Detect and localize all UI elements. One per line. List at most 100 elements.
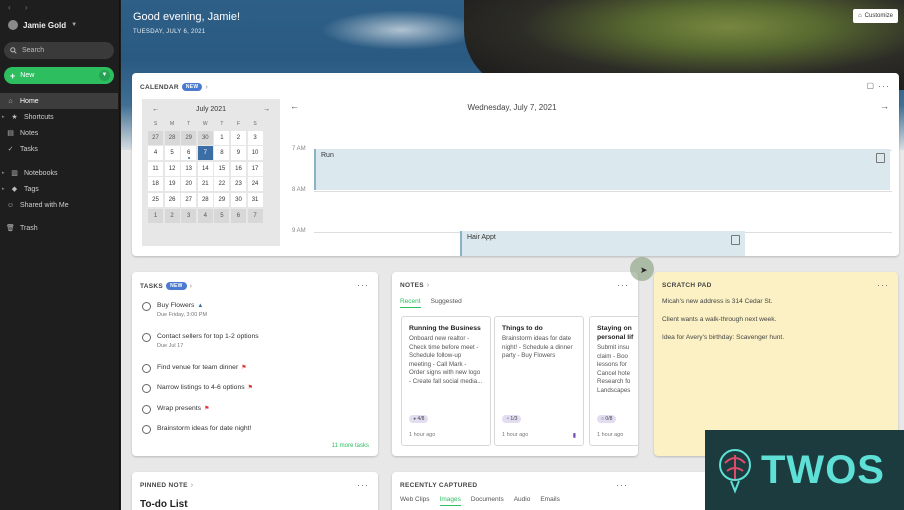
- expand-arrow-icon[interactable]: ▸: [2, 170, 5, 176]
- new-button[interactable]: + New ▼: [4, 67, 114, 84]
- note-card[interactable]: Things to do Brainstorm ideas for date n…: [494, 316, 584, 446]
- calendar-day[interactable]: 18: [148, 177, 163, 192]
- tab-web-clips[interactable]: Web Clips: [400, 496, 430, 506]
- calendar-day[interactable]: 7: [197, 146, 213, 161]
- calendar-day[interactable]: 30: [230, 192, 246, 207]
- task-text[interactable]: Wrap presents: [157, 405, 201, 412]
- calendar-day[interactable]: 27: [148, 130, 163, 145]
- more-options-icon[interactable]: ···: [617, 280, 629, 290]
- task-checkbox[interactable]: [142, 384, 151, 393]
- calendar-day[interactable]: 28: [164, 130, 180, 145]
- sidebar-item-shortcuts[interactable]: ▸ ★ Shortcuts: [0, 109, 120, 125]
- calendar-day[interactable]: 15: [214, 161, 230, 176]
- calendar-day[interactable]: 13: [181, 161, 197, 176]
- expand-arrow-icon[interactable]: ▸: [2, 114, 5, 120]
- more-tasks-link[interactable]: 11 more tasks: [332, 443, 369, 449]
- calendar-day[interactable]: 31: [247, 192, 263, 207]
- calendar-settings-icon[interactable]: ▢: [866, 81, 874, 90]
- task-checkbox[interactable]: [142, 405, 151, 414]
- calendar-day[interactable]: 22: [214, 177, 230, 192]
- task-checkbox[interactable]: [142, 364, 151, 373]
- calendar-day[interactable]: 29: [214, 192, 230, 207]
- calendar-day[interactable]: 24: [247, 177, 263, 192]
- search-input[interactable]: Search: [4, 42, 114, 59]
- more-options-icon[interactable]: ···: [878, 81, 890, 91]
- calendar-day[interactable]: 3: [181, 208, 197, 223]
- task-checkbox[interactable]: [142, 425, 151, 434]
- chevron-down-icon[interactable]: ▼: [99, 70, 110, 81]
- calendar-event[interactable]: Run: [314, 149, 890, 190]
- calendar-day[interactable]: 9: [230, 146, 246, 161]
- note-card[interactable]: Running the Business Onboard new realtor…: [401, 316, 491, 446]
- calendar-day[interactable]: 5: [214, 208, 230, 223]
- tab-audio[interactable]: Audio: [514, 496, 531, 506]
- sidebar-item-shared[interactable]: ☺ Shared with Me: [0, 197, 120, 213]
- tasks-title[interactable]: TASKS NEW ›: [140, 282, 192, 290]
- calendar-day[interactable]: 10: [247, 146, 263, 161]
- calendar-day[interactable]: 26: [164, 192, 180, 207]
- calendar-day[interactable]: 19: [164, 177, 180, 192]
- calendar-day[interactable]: 21: [197, 177, 213, 192]
- sidebar-item-tags[interactable]: ▸ ◆ Tags: [0, 181, 120, 197]
- calendar-day[interactable]: 11: [148, 161, 163, 176]
- calendar-day[interactable]: 12: [164, 161, 180, 176]
- scratch-pad-widget[interactable]: SCRATCH PAD ··· Micah's new address is 3…: [654, 272, 898, 456]
- calendar-day[interactable]: 3: [247, 130, 263, 145]
- tab-documents[interactable]: Documents: [471, 496, 504, 506]
- calendar-day[interactable]: 16: [230, 161, 246, 176]
- calendar-day[interactable]: 20: [181, 177, 197, 192]
- calendar-day[interactable]: 7: [247, 208, 263, 223]
- calendar-day[interactable]: 4: [197, 208, 213, 223]
- sidebar-item-home[interactable]: ⌂ Home: [0, 93, 118, 109]
- task-text[interactable]: Find venue for team dinner: [157, 364, 238, 371]
- calendar-day[interactable]: 2: [164, 208, 180, 223]
- more-options-icon[interactable]: ···: [616, 480, 628, 490]
- calendar-day[interactable]: 27: [181, 192, 197, 207]
- calendar-day[interactable]: 6: [230, 208, 246, 223]
- calendar-day[interactable]: 23: [230, 177, 246, 192]
- calendar-day[interactable]: 1: [148, 208, 163, 223]
- sidebar-item-notebooks[interactable]: ▸ ▥ Notebooks: [0, 165, 120, 181]
- note-card[interactable]: Staying on personal lif Submit insu clai…: [589, 316, 638, 446]
- next-day-icon[interactable]: →: [880, 101, 889, 111]
- calendar-event[interactable]: Hair Appt: [460, 231, 745, 256]
- expand-arrow-icon[interactable]: ▸: [2, 186, 5, 192]
- notes-title[interactable]: NOTES ›: [400, 282, 430, 289]
- calendar-day[interactable]: 6: [181, 146, 197, 161]
- task-text[interactable]: Contact sellers for top 1-2 options: [157, 333, 259, 340]
- prev-month-icon[interactable]: ←: [152, 106, 159, 113]
- task-checkbox[interactable]: [142, 302, 151, 311]
- more-options-icon[interactable]: ···: [357, 280, 369, 290]
- tab-suggested[interactable]: Suggested: [431, 298, 462, 308]
- sidebar-item-tasks[interactable]: ✓ Tasks: [0, 141, 120, 157]
- window-nav-arrows[interactable]: ‹ ›: [8, 3, 34, 12]
- calendar-day[interactable]: 14: [197, 161, 213, 176]
- note-link-icon[interactable]: [876, 153, 885, 163]
- calendar-day[interactable]: 28: [197, 192, 213, 207]
- task-text[interactable]: Narrow listings to 4-6 options: [157, 384, 245, 391]
- task-text[interactable]: Buy Flowers: [157, 302, 194, 309]
- recent-title[interactable]: RECENTLY CAPTURED: [400, 482, 477, 489]
- more-options-icon[interactable]: ···: [877, 280, 889, 290]
- account-switcher[interactable]: Jamie Gold ▼: [8, 20, 77, 30]
- next-month-icon[interactable]: →: [263, 106, 270, 113]
- calendar-day[interactable]: 30: [197, 130, 213, 145]
- tab-emails[interactable]: Emails: [540, 496, 560, 506]
- sidebar-item-trash[interactable]: 🗑 Trash: [0, 220, 120, 236]
- pinned-note-title[interactable]: To-do List: [140, 499, 188, 510]
- tab-recent[interactable]: Recent: [400, 298, 421, 308]
- sidebar-item-notes[interactable]: ▤ Notes: [0, 125, 120, 141]
- calendar-day[interactable]: 4: [148, 146, 163, 161]
- calendar-day[interactable]: 29: [181, 130, 197, 145]
- task-text[interactable]: Brainstorm ideas for date night!: [157, 425, 251, 432]
- more-options-icon[interactable]: ···: [357, 480, 369, 490]
- calendar-title[interactable]: CALENDAR NEW ›: [140, 83, 208, 91]
- calendar-day[interactable]: 5: [164, 146, 180, 161]
- calendar-day[interactable]: 25: [148, 192, 163, 207]
- note-link-icon[interactable]: [731, 235, 740, 245]
- customize-button[interactable]: ⌂ Customize: [853, 9, 898, 23]
- task-checkbox[interactable]: [142, 333, 151, 342]
- calendar-day[interactable]: 2: [230, 130, 246, 145]
- calendar-day[interactable]: 1: [214, 130, 230, 145]
- tab-images[interactable]: Images: [439, 496, 461, 506]
